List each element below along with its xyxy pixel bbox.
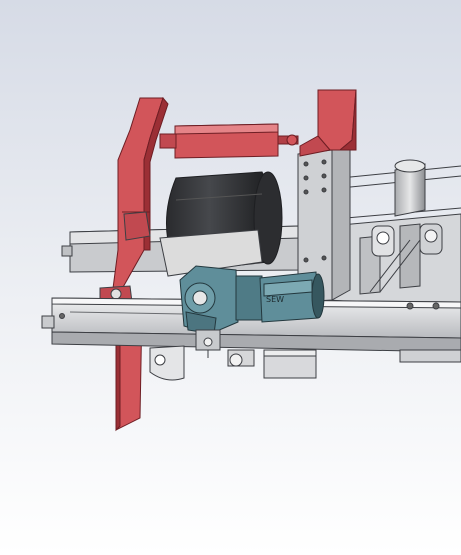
drive-drum-pulley: [159, 171, 283, 277]
idler-roller: [394, 159, 426, 217]
cad-assembly-viewport: SEW: [0, 0, 461, 555]
motor-brand-label: SEW: [266, 295, 284, 304]
conveyor-drive-assembly-drawing: SEW: [0, 0, 461, 555]
red-hydraulic-cylinder: [159, 123, 299, 159]
